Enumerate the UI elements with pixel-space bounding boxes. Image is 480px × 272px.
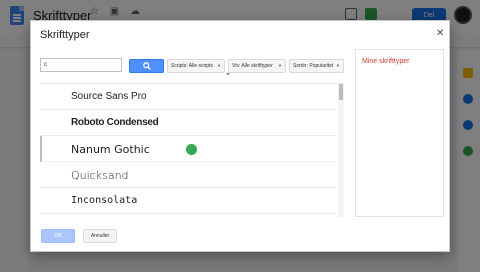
show-dropdown[interactable]: Vis: Alle skrifttyper ▼: [228, 59, 286, 73]
search-button[interactable]: [129, 59, 164, 73]
scripts-dropdown-label: Scripts: Alle scripts: [171, 63, 213, 69]
font-list-scrollbar[interactable]: [338, 84, 344, 217]
fonts-dialog: Skrifttyper ✕ Scripts: Alle scripts ▼ Vi…: [30, 20, 450, 252]
show-dropdown-label: Vis: Alle skrifttyper: [232, 63, 273, 69]
font-name: Source Sans Pro: [71, 91, 147, 102]
close-icon[interactable]: ✕: [436, 28, 444, 39]
font-name: Quicksand: [71, 169, 129, 182]
chevron-down-icon: ▼: [336, 63, 340, 68]
ok-button[interactable]: OK: [41, 229, 75, 243]
my-fonts-panel: Mine skrifttyper: [355, 49, 444, 217]
font-list-item[interactable]: Quicksand: [40, 162, 336, 188]
font-name: Nanum Gothic: [71, 143, 150, 156]
chevron-down-icon: ▼: [217, 63, 221, 68]
font-search-input[interactable]: [40, 58, 122, 72]
cancel-button[interactable]: Annuller: [83, 229, 117, 243]
search-icon: [143, 62, 151, 70]
cancel-label: Annuller: [90, 233, 110, 239]
font-name: Roboto Condensed: [71, 117, 159, 128]
font-list-item[interactable]: Roboto Condensed: [40, 110, 336, 136]
sort-dropdown-label: Sortér: Popularitet: [293, 63, 334, 69]
mouse-cursor-icon: ⌖: [226, 71, 230, 78]
ok-label: OK: [54, 233, 62, 239]
my-fonts-label: Mine skrifttyper: [362, 58, 410, 65]
font-list-item[interactable]: Source Sans Pro: [40, 84, 336, 110]
pointer-indicator-icon: [186, 144, 197, 155]
chevron-down-icon: ▼: [278, 63, 282, 68]
dialog-title: Skrifttyper: [40, 29, 90, 41]
font-list-item[interactable]: Inconsolata: [40, 188, 336, 214]
scroll-thumb[interactable]: [339, 84, 343, 100]
font-name: Inconsolata: [71, 195, 138, 206]
sort-dropdown[interactable]: Sortér: Popularitet ▼: [289, 59, 344, 73]
scripts-dropdown[interactable]: Scripts: Alle scripts ▼: [167, 59, 225, 73]
